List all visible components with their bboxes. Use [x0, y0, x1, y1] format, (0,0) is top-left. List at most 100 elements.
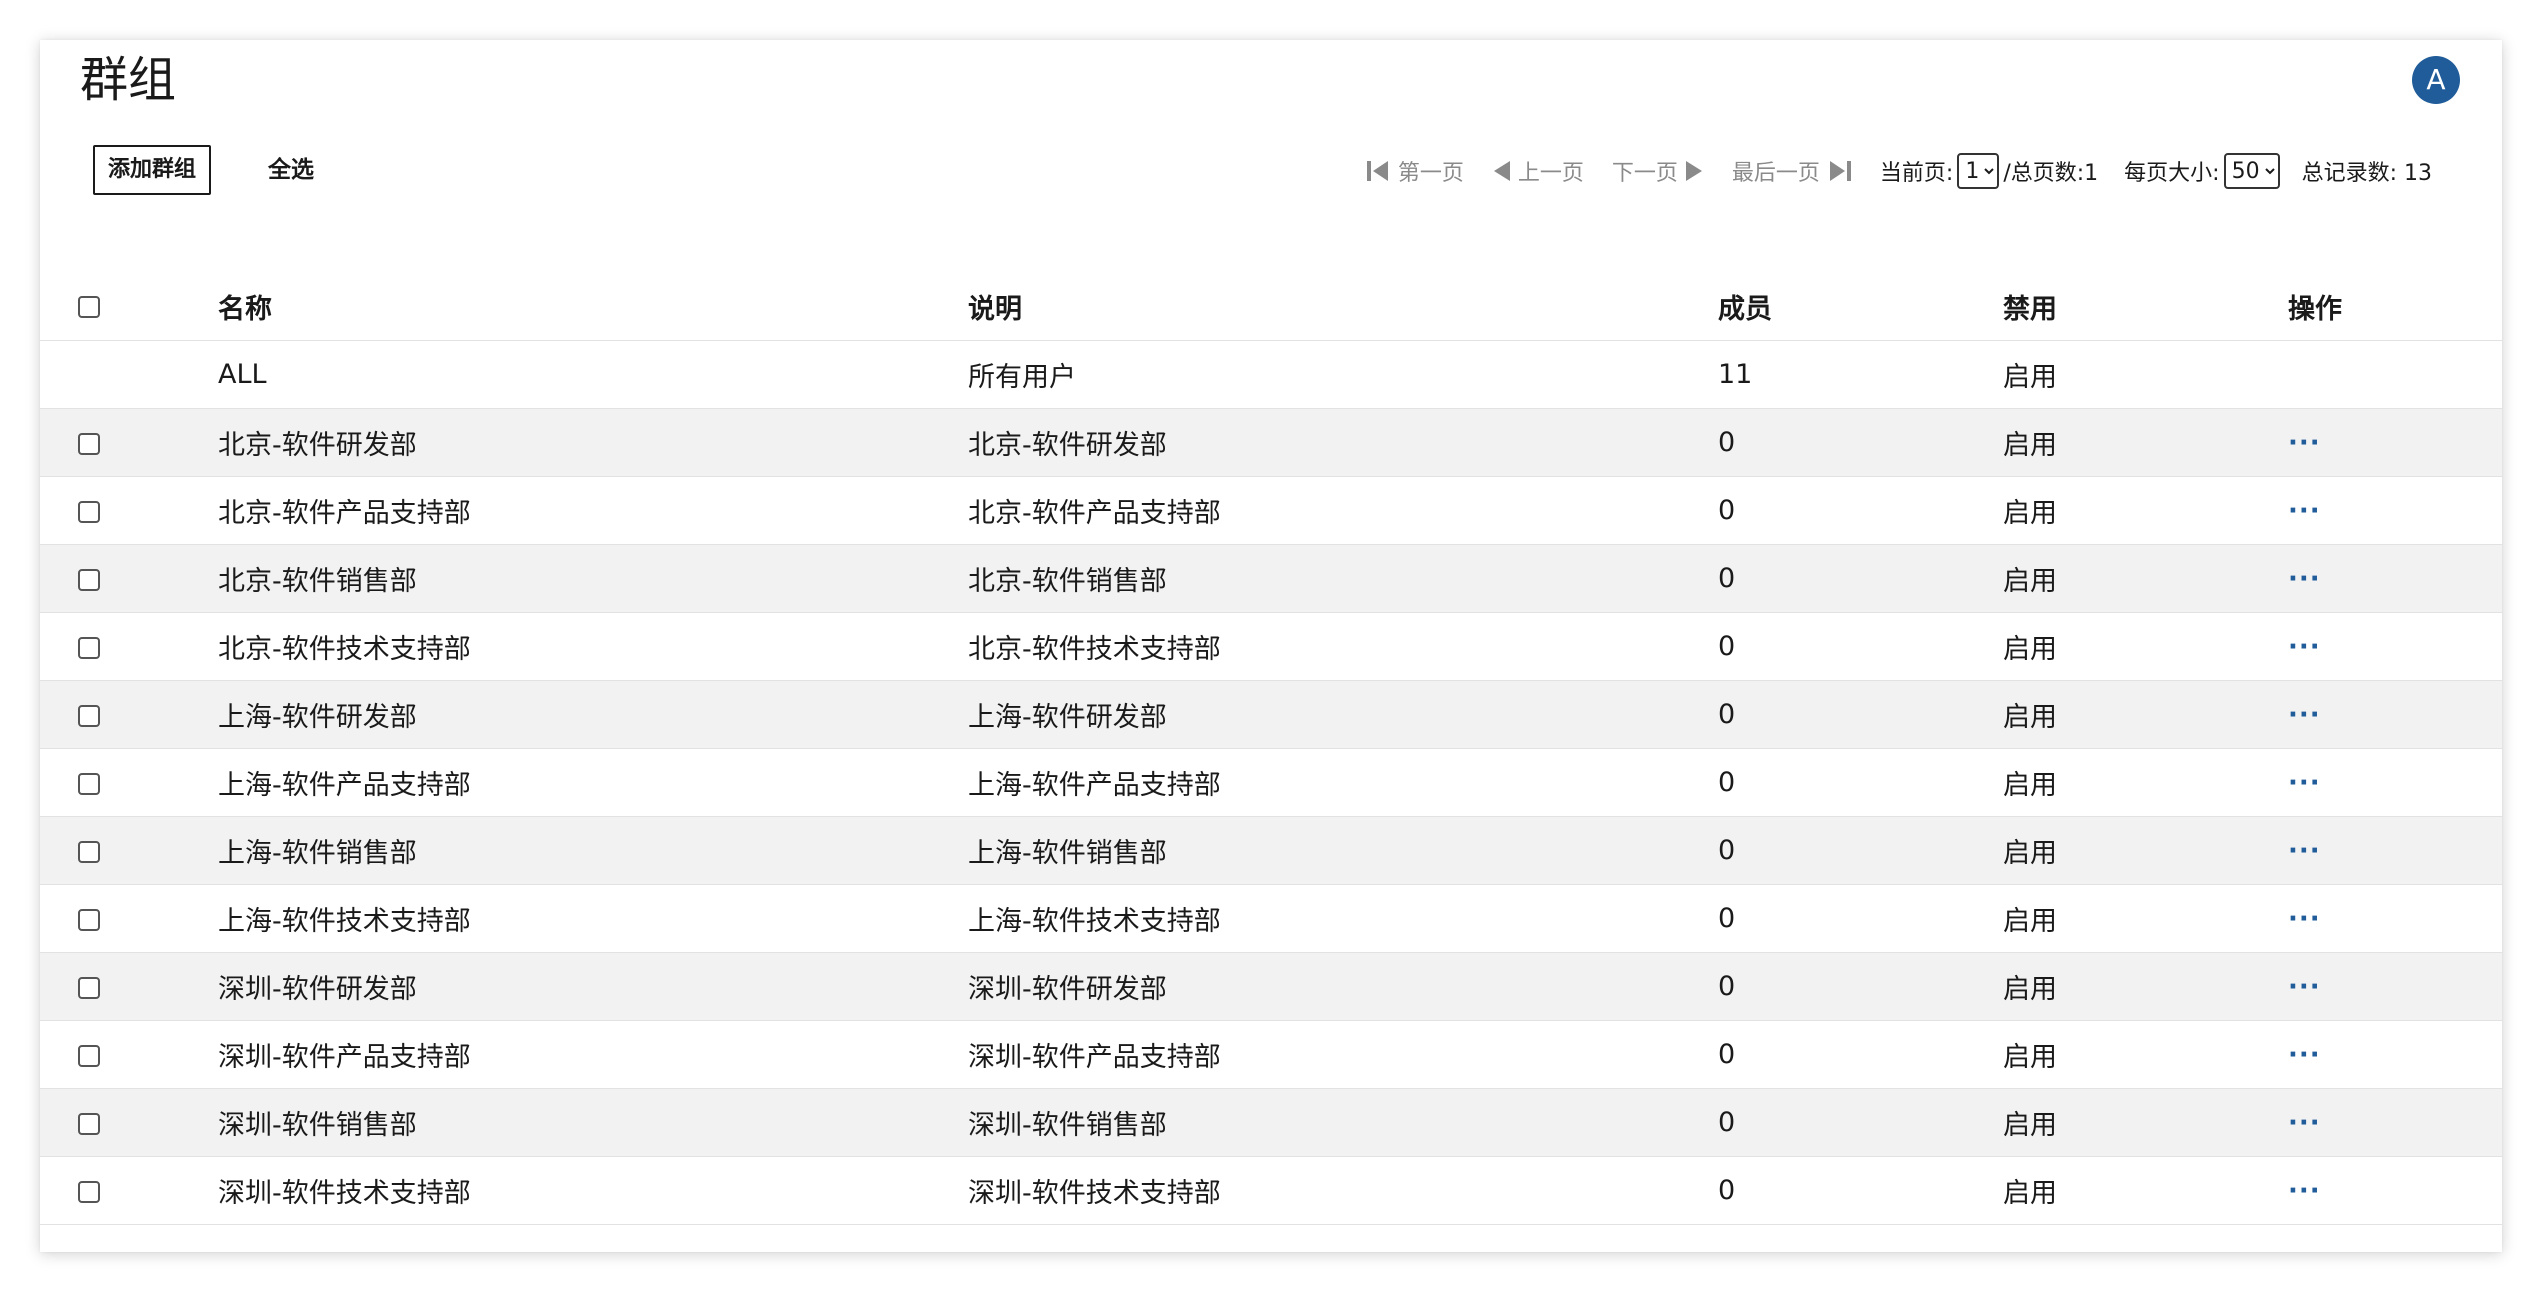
row-checkbox-cell — [40, 1020, 218, 1089]
disabled-status-cell: 启用 — [2003, 884, 2288, 953]
member-count-cell: 0 — [1718, 612, 2003, 681]
row-checkbox[interactable] — [78, 1180, 100, 1203]
table-row[interactable]: 上海-软件技术支持部 上海-软件技术支持部 0 启用 ··· — [40, 884, 2502, 953]
current-page-label: 当前页: — [1879, 161, 1954, 186]
table-row[interactable]: 北京-软件销售部 北京-软件销售部 0 启用 ··· — [40, 544, 2502, 613]
row-checkbox[interactable] — [78, 976, 100, 999]
table-row[interactable]: 深圳-软件技术支持部 深圳-软件技术支持部 0 启用 ··· — [40, 1156, 2502, 1225]
row-checkbox[interactable] — [78, 772, 100, 795]
more-actions-icon[interactable]: ··· — [2288, 1108, 2321, 1138]
group-name-cell: 北京-软件技术支持部 — [218, 612, 968, 681]
actions-cell: ··· — [2288, 680, 2502, 749]
total-pages-label: /总页数:1 — [2003, 161, 2099, 186]
last-page-icon — [1826, 160, 1852, 182]
page-size-select[interactable]: 50 — [2223, 153, 2280, 189]
more-actions-icon[interactable]: ··· — [2288, 904, 2321, 934]
actions-cell: ··· — [2288, 1156, 2502, 1225]
page-title: 群组 — [80, 52, 177, 108]
row-checkbox-cell — [40, 612, 218, 681]
table-row[interactable]: 北京-软件研发部 北京-软件研发部 0 启用 ··· — [40, 408, 2502, 477]
group-name-cell: 上海-软件销售部 — [218, 816, 968, 885]
group-description-cell: 北京-软件产品支持部 — [968, 476, 1718, 545]
row-checkbox[interactable] — [78, 636, 100, 659]
table-header-row: 名称 说明 成员 禁用 操作 — [40, 272, 2502, 341]
current-page-select[interactable]: 1 — [1957, 153, 2000, 189]
next-page-icon — [1684, 160, 1704, 182]
group-description-cell: 北京-软件销售部 — [968, 544, 1718, 613]
actions-cell: ··· — [2288, 952, 2502, 1021]
group-name-cell: 上海-软件研发部 — [218, 680, 968, 749]
select-all-button[interactable]: 全选 — [268, 145, 314, 195]
member-count-cell: 0 — [1718, 408, 2003, 477]
prev-page-label: 上一页 — [1517, 161, 1584, 186]
group-name-cell: ALL — [218, 340, 968, 409]
row-checkbox[interactable] — [78, 908, 100, 931]
page-size-info: 每页大小: 50 — [2124, 153, 2283, 189]
group-name-cell: 上海-软件产品支持部 — [218, 748, 968, 817]
group-description-cell: 上海-软件销售部 — [968, 816, 1718, 885]
row-checkbox[interactable] — [78, 840, 100, 863]
next-page-button[interactable]: 下一页 — [1612, 155, 1704, 187]
prev-page-button[interactable]: 上一页 — [1492, 155, 1584, 187]
actions-cell: ··· — [2288, 1020, 2502, 1089]
more-actions-icon[interactable]: ··· — [2288, 564, 2321, 594]
row-checkbox-cell — [40, 884, 218, 953]
group-name-cell: 上海-软件技术支持部 — [218, 884, 968, 953]
disabled-status-cell: 启用 — [2003, 476, 2288, 545]
table-row[interactable]: 北京-软件技术支持部 北京-软件技术支持部 0 启用 ··· — [40, 612, 2502, 681]
add-group-button[interactable]: 添加群组 — [93, 145, 212, 195]
disabled-status-cell: 启用 — [2003, 408, 2288, 477]
member-count-cell: 0 — [1718, 1088, 2003, 1157]
table-row[interactable]: 深圳-软件产品支持部 深圳-软件产品支持部 0 启用 ··· — [40, 1020, 2502, 1089]
row-checkbox[interactable] — [78, 432, 100, 455]
row-checkbox[interactable] — [78, 1112, 100, 1135]
disabled-status-cell: 启用 — [2003, 1156, 2288, 1225]
actions-cell: ··· — [2288, 816, 2502, 885]
member-count-cell: 0 — [1718, 748, 2003, 817]
first-page-button[interactable]: 第一页 — [1366, 155, 1464, 187]
table-row[interactable]: 上海-软件研发部 上海-软件研发部 0 启用 ··· — [40, 680, 2502, 749]
row-checkbox-cell — [40, 680, 218, 749]
groups-table: 名称 说明 成员 禁用 操作 ALL 所有用户 11 启用 北京-软件研发部 北京-软件研… — [40, 272, 2502, 1225]
select-all-checkbox[interactable] — [78, 296, 100, 318]
user-avatar[interactable]: A — [2412, 56, 2460, 104]
row-checkbox-cell — [40, 748, 218, 817]
actions-cell: ··· — [2288, 1088, 2502, 1157]
more-actions-icon[interactable]: ··· — [2288, 1040, 2321, 1070]
table-row[interactable]: 上海-软件销售部 上海-软件销售部 0 启用 ··· — [40, 816, 2502, 885]
table-row[interactable]: 北京-软件产品支持部 北京-软件产品支持部 0 启用 ··· — [40, 476, 2502, 545]
row-checkbox[interactable] — [78, 500, 100, 523]
row-checkbox-cell — [40, 1156, 218, 1225]
table-row[interactable]: 深圳-软件研发部 深圳-软件研发部 0 启用 ··· — [40, 952, 2502, 1021]
more-actions-icon[interactable]: ··· — [2288, 1176, 2321, 1206]
more-actions-icon[interactable]: ··· — [2288, 768, 2321, 798]
row-checkbox-cell — [40, 1088, 218, 1157]
row-checkbox-cell — [40, 340, 218, 409]
more-actions-icon[interactable]: ··· — [2288, 496, 2321, 526]
table-row[interactable]: 上海-软件产品支持部 上海-软件产品支持部 0 启用 ··· — [40, 748, 2502, 817]
more-actions-icon[interactable]: ··· — [2288, 700, 2321, 730]
group-name-cell: 北京-软件销售部 — [218, 544, 968, 613]
member-count-cell: 0 — [1718, 1156, 2003, 1225]
more-actions-icon[interactable]: ··· — [2288, 972, 2321, 1002]
group-name-cell: 深圳-软件产品支持部 — [218, 1020, 968, 1089]
row-checkbox[interactable] — [78, 704, 100, 727]
group-description-cell: 北京-软件技术支持部 — [968, 612, 1718, 681]
row-checkbox-cell — [40, 816, 218, 885]
group-name-cell: 深圳-软件销售部 — [218, 1088, 968, 1157]
group-description-cell: 深圳-软件产品支持部 — [968, 1020, 1718, 1089]
row-checkbox-cell — [40, 476, 218, 545]
more-actions-icon[interactable]: ··· — [2288, 428, 2321, 458]
group-name-cell: 北京-软件产品支持部 — [218, 476, 968, 545]
last-page-button[interactable]: 最后一页 — [1732, 155, 1852, 187]
table-row[interactable]: ALL 所有用户 11 启用 — [40, 340, 2502, 409]
row-checkbox[interactable] — [78, 568, 100, 591]
group-description-cell: 深圳-软件研发部 — [968, 952, 1718, 1021]
row-checkbox[interactable] — [78, 1044, 100, 1067]
last-page-label: 最后一页 — [1731, 161, 1820, 186]
group-name-cell: 深圳-软件研发部 — [218, 952, 968, 1021]
disabled-status-cell: 启用 — [2003, 748, 2288, 817]
more-actions-icon[interactable]: ··· — [2288, 632, 2321, 662]
more-actions-icon[interactable]: ··· — [2288, 836, 2321, 866]
table-row[interactable]: 深圳-软件销售部 深圳-软件销售部 0 启用 ··· — [40, 1088, 2502, 1157]
